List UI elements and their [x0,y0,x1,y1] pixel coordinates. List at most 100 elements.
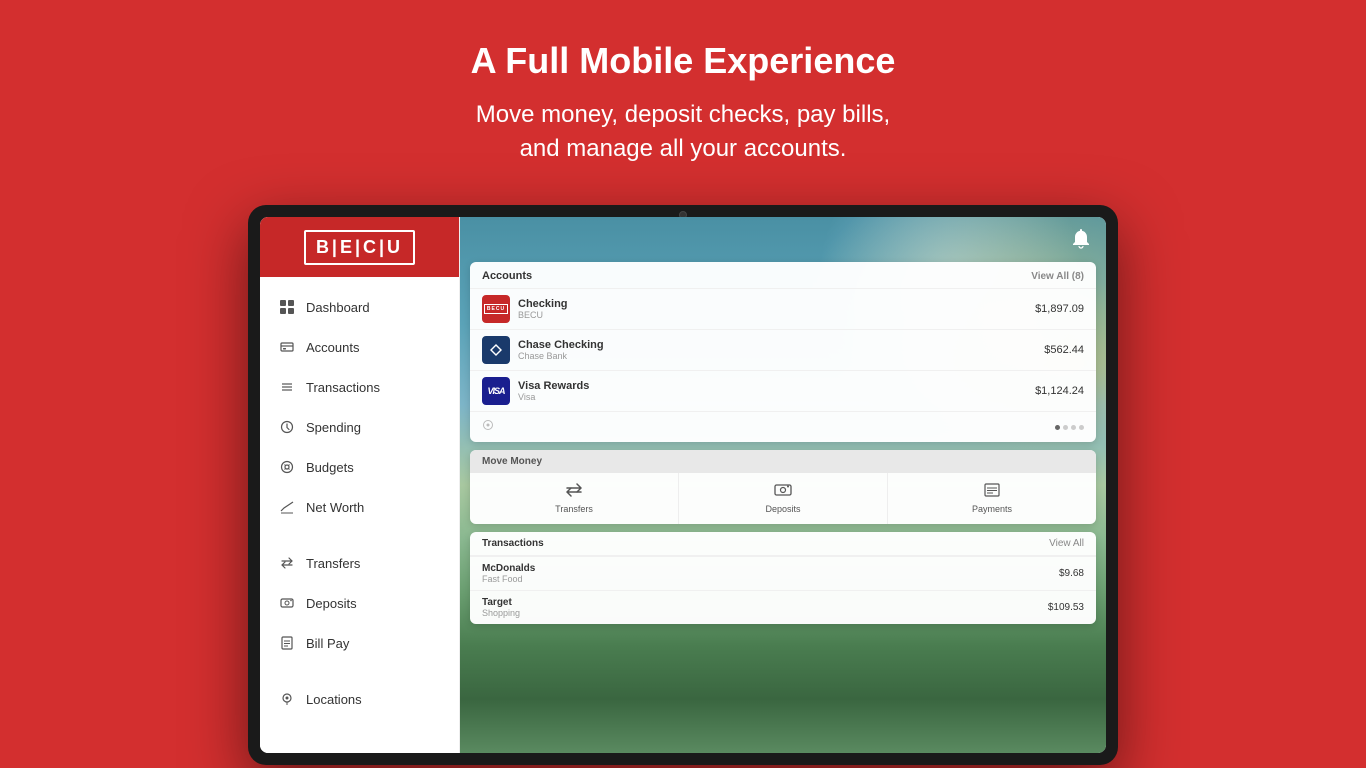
sidebar-item-transfers[interactable]: Transfers [260,543,459,583]
sidebar-item-dashboard[interactable]: Dashboard [260,287,459,327]
dot-4 [1079,425,1084,430]
dashboard-icon [278,298,296,316]
becu-account-name: Checking [518,298,1027,310]
bill-pay-label: Bill Pay [306,636,349,651]
sidebar-item-deposits[interactable]: Deposits [260,583,459,623]
sidebar-item-budgets[interactable]: Budgets [260,447,459,487]
target-info: Target Shopping [482,597,1040,618]
locations-icon [278,690,296,708]
sidebar-item-bill-pay[interactable]: Bill Pay [260,623,459,663]
deposits-icon [278,594,296,612]
dots-indicator [1055,425,1084,430]
tablet-wrapper: B|E|C|U Da [0,205,1366,765]
visa-account-logo: VISA [482,377,510,405]
mcdonalds-name: McDonalds [482,563,1051,574]
move-money-panel: Move Money [470,450,1096,524]
settings-icon[interactable] [482,418,494,436]
page-background: A Full Mobile Experience Move money, dep… [0,0,1366,765]
becu-account-amount: $1,897.09 [1035,303,1084,315]
transactions-view-all[interactable]: View All [1049,538,1084,549]
bell-icon[interactable] [1072,229,1090,254]
move-money-title: Move Money [482,456,542,467]
net-worth-icon [278,498,296,516]
spending-icon [278,418,296,436]
accounts-label: Accounts [306,340,359,355]
locations-label: Locations [306,692,362,707]
becu-logo: B|E|C|U [304,230,415,265]
tablet-frame: B|E|C|U Da [248,205,1118,765]
sidebar-item-locations[interactable]: Locations [260,679,459,719]
becu-account-bank: BECU [518,310,1027,320]
transfers-action-btn[interactable]: Transfers [470,473,679,524]
account-row-becu[interactable]: BECU Checking BECU $1,897.09 [470,288,1096,329]
subtitle-line2: and manage all your accounts. [520,135,847,162]
chase-account-name: Chase Checking [518,339,1036,351]
payments-action-btn[interactable]: Payments [888,473,1096,524]
sidebar-nav: Dashboard Accounts [260,277,459,753]
deposits-label: Deposits [306,596,357,611]
chase-account-info: Chase Checking Chase Bank [518,339,1036,361]
account-row-chase[interactable]: Chase Checking Chase Bank $562.44 [470,329,1096,370]
deposits-action-label: Deposits [765,504,800,514]
sidebar-item-spending[interactable]: Spending [260,407,459,447]
dashboard-label: Dashboard [306,300,370,315]
visa-account-info: Visa Rewards Visa [518,380,1027,402]
main-content: Accounts View All (8) BECU Checking BECU [460,217,1106,753]
top-bar [460,217,1106,265]
transfers-action-label: Transfers [555,504,593,514]
budgets-icon [278,458,296,476]
page-title: A Full Mobile Experience [0,40,1366,82]
spending-label: Spending [306,420,361,435]
net-worth-label: Net Worth [306,500,364,515]
transfers-icon [278,554,296,572]
deposits-action-icon [774,483,792,500]
mcdonalds-category: Fast Food [482,574,1051,584]
page-header: A Full Mobile Experience Move money, dep… [0,0,1366,195]
accounts-view-all[interactable]: View All (8) [1031,271,1084,282]
sidebar-item-transactions[interactable]: Transactions [260,367,459,407]
transactions-header: Transactions View All [470,532,1096,556]
subtitle-line1: Move money, deposit checks, pay bills, [476,101,890,128]
transactions-title: Transactions [482,538,544,549]
cards-area: Accounts View All (8) BECU Checking BECU [470,262,1096,624]
dot-2 [1063,425,1068,430]
transaction-row-target[interactable]: Target Shopping $109.53 [470,590,1096,624]
transfers-action-icon [566,483,582,500]
becu-account-logo: BECU [482,295,510,323]
visa-account-amount: $1,124.24 [1035,385,1084,397]
chase-account-amount: $562.44 [1044,344,1084,356]
mcdonalds-info: McDonalds Fast Food [482,563,1051,584]
tablet-screen: B|E|C|U Da [260,217,1106,753]
becu-account-info: Checking BECU [518,298,1027,320]
sidebar: B|E|C|U Da [260,217,460,753]
account-row-visa[interactable]: VISA Visa Rewards Visa $1,124.24 [470,370,1096,411]
chase-account-logo [482,336,510,364]
target-name: Target [482,597,1040,608]
visa-account-bank: Visa [518,392,1027,402]
accounts-card: Accounts View All (8) BECU Checking BECU [470,262,1096,442]
sidebar-item-net-worth[interactable]: Net Worth [260,487,459,527]
move-money-header: Move Money [470,450,1096,473]
visa-account-name: Visa Rewards [518,380,1027,392]
accounts-icon [278,338,296,356]
move-money-actions: Transfers [470,473,1096,524]
accounts-card-header: Accounts View All (8) [470,262,1096,288]
sidebar-item-accounts[interactable]: Accounts [260,327,459,367]
payments-action-label: Payments [972,504,1012,514]
transactions-label: Transactions [306,380,380,395]
dot-1 [1055,425,1060,430]
budgets-label: Budgets [306,460,354,475]
target-amount: $109.53 [1048,602,1084,613]
bill-pay-icon [278,634,296,652]
payments-action-icon [984,483,1000,500]
transfers-label: Transfers [306,556,360,571]
dot-3 [1071,425,1076,430]
transactions-panel: Transactions View All McDonalds Fast Foo… [470,532,1096,624]
deposits-action-btn[interactable]: Deposits [679,473,888,524]
page-subtitle: Move money, deposit checks, pay bills, a… [0,98,1366,165]
accounts-section-title: Accounts [482,270,532,282]
chase-account-bank: Chase Bank [518,351,1036,361]
mcdonalds-amount: $9.68 [1059,568,1084,579]
transaction-row-mcdonalds[interactable]: McDonalds Fast Food $9.68 [470,556,1096,590]
target-category: Shopping [482,608,1040,618]
